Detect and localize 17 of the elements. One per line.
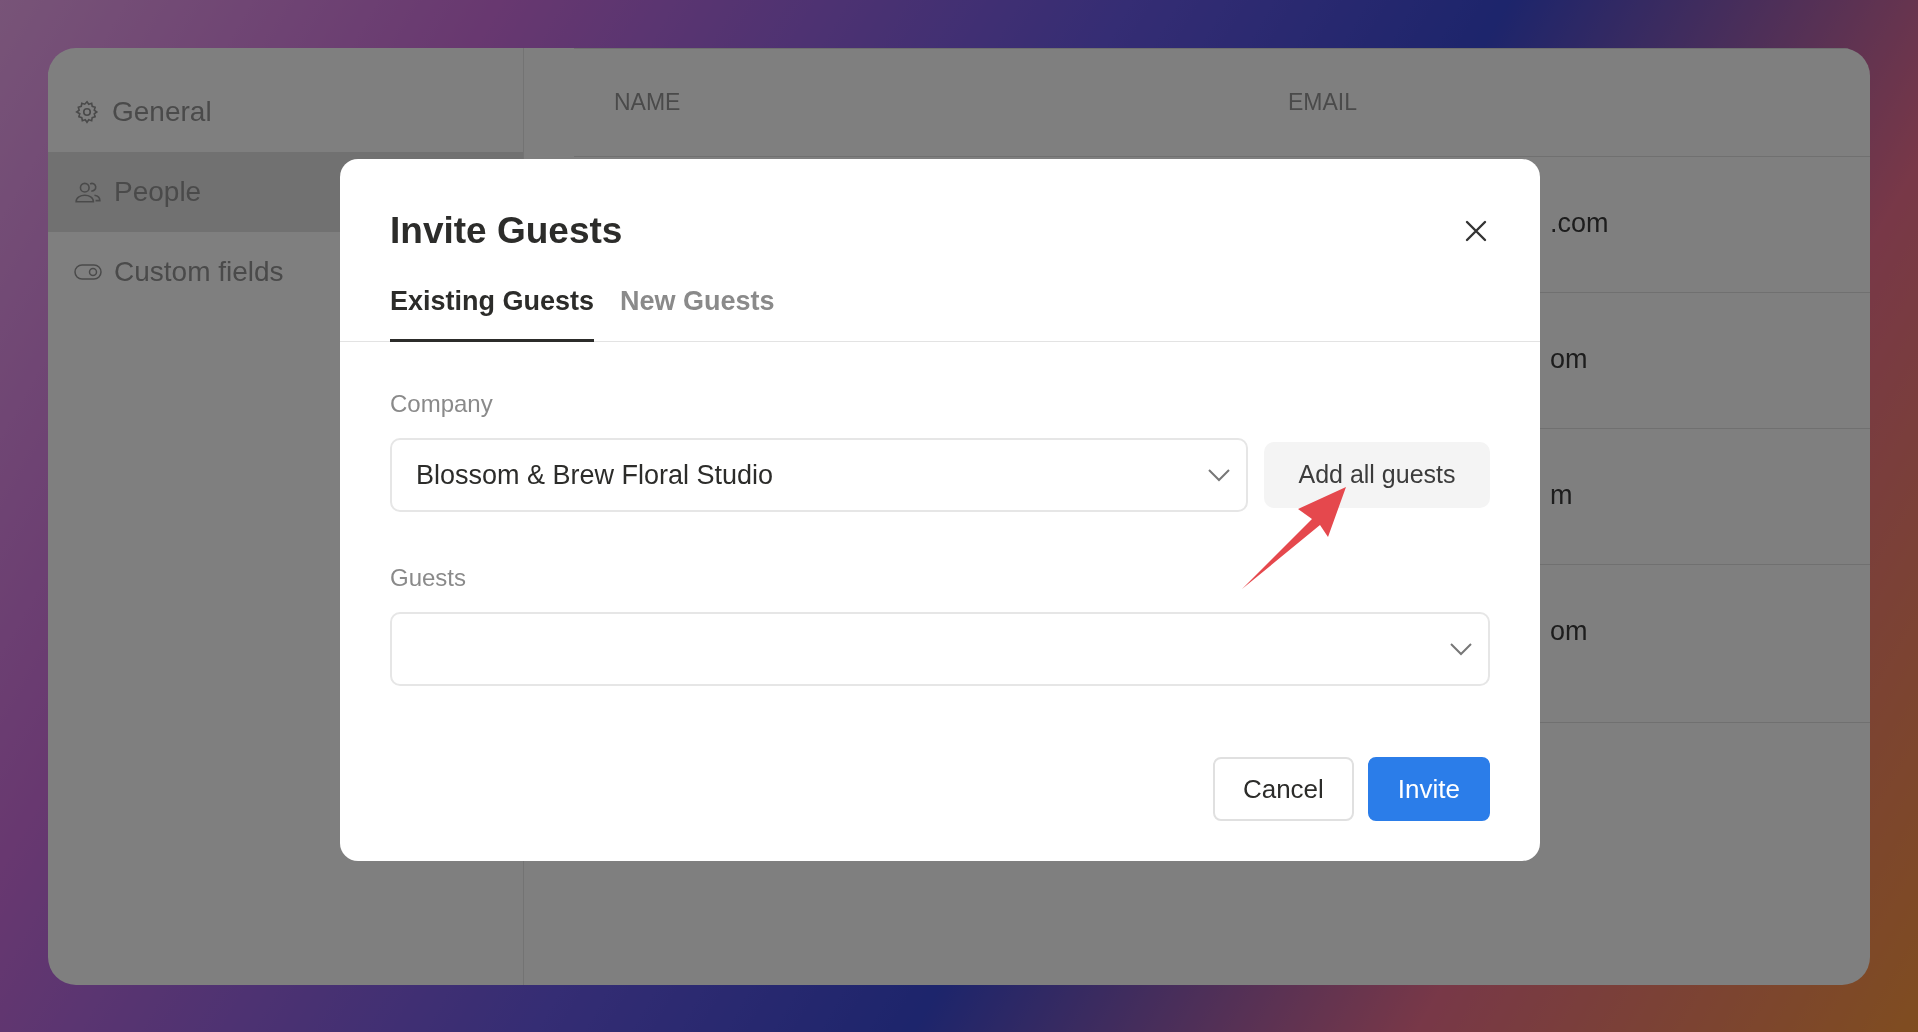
toggle-icon — [74, 263, 102, 281]
email-cell-text: m — [1550, 479, 1573, 509]
gear-icon — [74, 99, 100, 125]
dropdown-field[interactable] — [390, 612, 1490, 686]
email-cell-text: om — [1550, 615, 1588, 645]
field-label: Company — [390, 389, 493, 419]
email-cell-text: om — [1550, 343, 1588, 373]
field-label: Guests — [390, 563, 467, 593]
cancel-button[interactable]: Cancel — [1212, 757, 1354, 821]
email-cell-text: .com — [1550, 207, 1609, 237]
chevron-down-icon — [1208, 468, 1230, 482]
dropdown-field[interactable]: Blossom & Brew Floral Studio — [390, 438, 1248, 512]
chevron-down-icon — [1450, 642, 1472, 656]
tab[interactable]: Existing Guests — [390, 280, 595, 342]
tab[interactable]: New Guests — [620, 280, 775, 342]
add-all-guests-button[interactable]: Add all guests — [1264, 442, 1490, 508]
invite-button[interactable]: Invite — [1367, 757, 1490, 821]
